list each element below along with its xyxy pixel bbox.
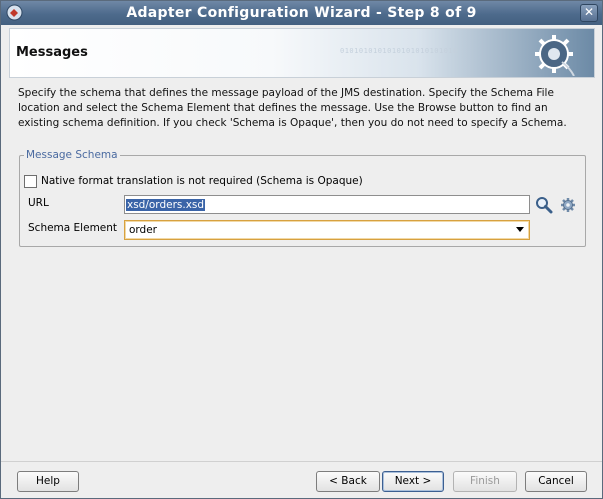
schema-element-value: order xyxy=(129,224,157,236)
finish-button[interactable]: Finish xyxy=(453,471,517,492)
search-icon[interactable] xyxy=(535,196,553,214)
url-value: xsd/orders.xsd xyxy=(126,199,206,211)
url-input[interactable]: xsd/orders.xsd xyxy=(124,195,530,214)
header-decoration: 0101010101010101010101010 xyxy=(340,47,458,55)
message-schema-legend: Message Schema xyxy=(24,149,120,161)
page-title: Messages xyxy=(16,45,88,60)
help-button[interactable]: Help xyxy=(17,471,79,492)
chevron-down-icon[interactable] xyxy=(516,227,524,232)
close-button[interactable]: ✕ xyxy=(580,4,598,22)
schema-opaque-label[interactable]: Native format translation is not require… xyxy=(41,175,363,187)
footer-divider xyxy=(1,461,602,462)
gear-adapter-icon xyxy=(535,35,575,76)
schema-element-select[interactable]: order xyxy=(124,220,530,240)
gear-icon[interactable] xyxy=(560,197,576,213)
cancel-button[interactable]: Cancel xyxy=(525,471,587,492)
schema-opaque-checkbox[interactable] xyxy=(24,175,37,188)
back-button[interactable]: < Back xyxy=(316,471,380,492)
schema-element-label: Schema Element xyxy=(28,222,118,234)
page-header: Messages 0101010101010101010101010 xyxy=(9,28,595,78)
page-description: Specify the schema that defines the mess… xyxy=(18,87,567,129)
wizard-window: Adapter Configuration Wizard - Step 8 of… xyxy=(0,0,603,499)
window-title: Adapter Configuration Wizard - Step 8 of… xyxy=(126,5,477,21)
title-bar[interactable]: Adapter Configuration Wizard - Step 8 of… xyxy=(1,1,602,25)
url-label: URL xyxy=(28,197,49,209)
next-button[interactable]: Next > xyxy=(382,471,444,492)
